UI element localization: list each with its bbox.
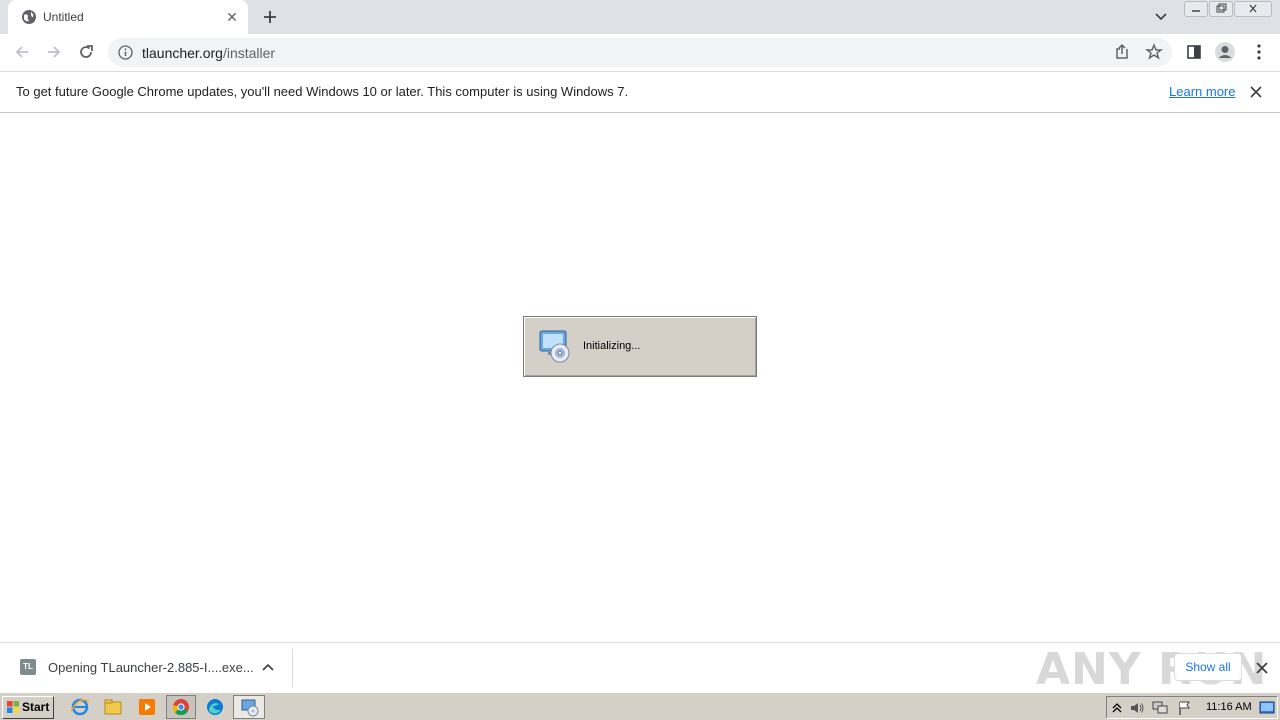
download-item-text[interactable]: Opening TLauncher-2.885-I....exe... [48,660,254,675]
tab-title: Untitled [43,10,84,24]
installer-icon [241,699,259,717]
media-player-icon[interactable] [136,697,158,717]
profile-avatar-icon[interactable] [1214,41,1236,63]
system-tray: 11:16 AM [1106,696,1278,719]
reload-icon[interactable] [76,42,96,62]
learn-more-link[interactable]: Learn more [1169,84,1235,99]
tab-strip: Untitled ✕ [0,0,1280,34]
bookmark-star-icon[interactable] [1144,42,1164,62]
taskbar: Start 11:16 AM [0,692,1280,720]
close-icon[interactable] [1248,84,1264,100]
show-hidden-icons-icon[interactable] [1109,700,1125,716]
back-icon[interactable] [12,42,32,62]
tab-close-icon[interactable]: ✕ [224,9,240,25]
info-icon[interactable] [118,45,133,60]
update-infobar: To get future Google Chrome updates, you… [0,71,1280,113]
address-bar[interactable]: tlauncher.org/installer [108,38,1172,67]
chevron-up-icon[interactable] [261,660,275,674]
divider [292,649,293,687]
download-shelf: TL Opening TLauncher-2.885-I....exe... A… [0,642,1280,695]
taskbar-installer-button[interactable] [233,695,265,719]
dialog-status-text: Initializing... [583,340,641,352]
start-button[interactable]: Start [2,696,54,719]
internet-explorer-icon[interactable] [69,697,91,717]
tlauncher-file-icon: TL [20,659,36,675]
clock[interactable]: 11:16 AM [1206,701,1252,713]
more-menu-icon[interactable] [1249,42,1269,62]
volume-icon[interactable] [1129,700,1145,716]
restore-button[interactable] [1209,1,1233,17]
installer-disc-icon [539,330,570,363]
chrome-icon [172,699,189,716]
url-text[interactable]: tlauncher.org/installer [142,45,275,61]
edge-icon[interactable] [204,697,226,717]
page-content: Initializing... [0,113,1280,642]
close-icon[interactable] [1254,660,1270,676]
minimize-button[interactable] [1184,1,1208,17]
initializing-dialog: Initializing... [523,316,757,377]
show-desktop-icon[interactable] [1259,700,1275,716]
file-explorer-icon[interactable] [102,697,124,717]
show-all-button[interactable]: Show all [1174,653,1242,681]
infobar-message: To get future Google Chrome updates, you… [16,84,629,99]
start-label: Start [22,700,50,714]
tab-active[interactable]: Untitled ✕ [8,0,248,34]
chevron-down-icon[interactable] [1152,9,1170,25]
forward-icon[interactable] [44,42,64,62]
url-path: /installer [222,45,276,61]
toolbar: tlauncher.org/installer [0,34,1280,71]
globe-icon [22,10,36,24]
close-window-button[interactable] [1234,1,1272,17]
network-icon[interactable] [1152,700,1168,716]
taskbar-chrome-button[interactable] [166,695,196,719]
new-tab-icon[interactable] [260,7,280,27]
url-host: tlauncher.org [142,45,223,61]
share-icon[interactable] [1112,42,1132,62]
action-center-flag-icon[interactable] [1177,700,1193,716]
side-panel-icon[interactable] [1184,42,1204,62]
windows-flag-icon [7,701,19,713]
